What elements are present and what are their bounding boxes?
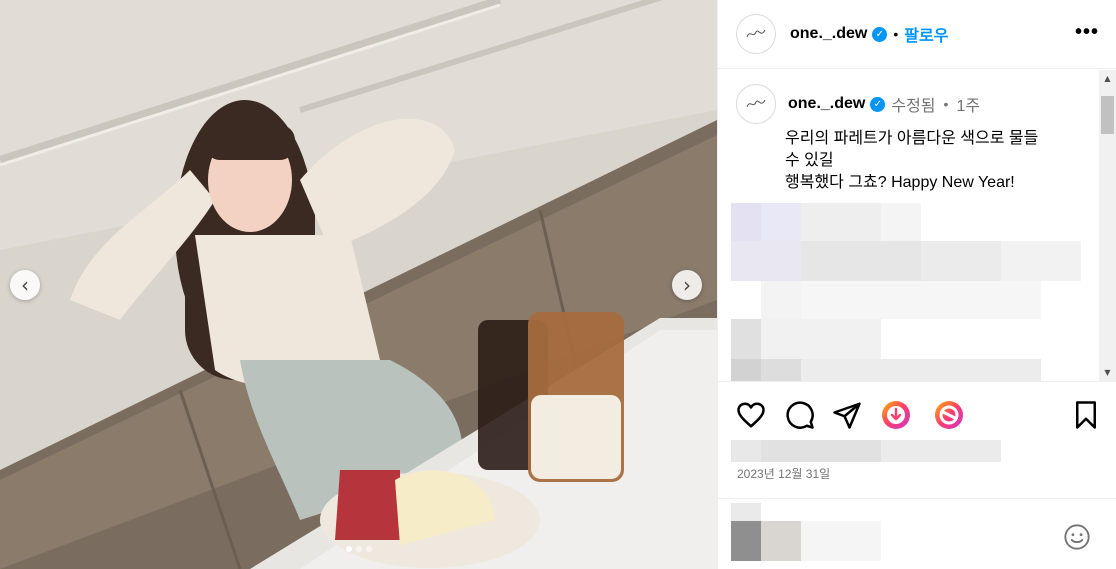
chevron-left-icon: ‹ [21, 273, 29, 297]
avatar[interactable] [736, 84, 776, 124]
carousel-next-button[interactable]: › [672, 270, 702, 300]
avatar[interactable] [736, 14, 776, 54]
verified-badge-icon: ✓ [872, 26, 888, 42]
separator: • [943, 96, 949, 112]
username-link[interactable]: one._.dew [790, 25, 867, 43]
edited-label: 수정됨 [891, 98, 936, 115]
share-icon[interactable] [832, 400, 862, 430]
caption-line: 행복했다 그쵸? Happy New Year! [785, 174, 1015, 191]
separator: • [893, 26, 899, 42]
caption-line: 우리의 파레트가 아름다운 색으로 물들 [785, 130, 1039, 147]
scroll-up-arrow-icon[interactable]: ▲ [1099, 70, 1116, 87]
carousel-dot [366, 546, 372, 552]
post-photo: ‹ › [0, 0, 717, 569]
comment-icon[interactable] [785, 400, 815, 430]
carousel-indicator [346, 546, 372, 552]
verified-badge-icon: ✓ [870, 96, 886, 112]
post-details-panel: one._.dew ✓ • 팔로우 ••• one._.dew ✓ 수정됨 • … [717, 0, 1116, 569]
carousel-prev-button[interactable]: ‹ [10, 270, 40, 300]
post-date[interactable]: 2023년 12월 31일 [737, 465, 830, 482]
logo-icon [746, 29, 766, 38]
carousel-dot [346, 546, 352, 552]
logo-icon [746, 99, 766, 108]
gift-icon[interactable] [881, 400, 911, 430]
carousel-dot [356, 546, 362, 552]
chevron-right-icon: › [683, 273, 691, 297]
caption-text: 우리의 파레트가 아름다운 색으로 물들 수 있길 행복했다 그쵸? Happy… [785, 128, 1085, 194]
post-header: one._.dew ✓ • 팔로우 ••• [718, 0, 1116, 69]
photo-illustration [0, 0, 717, 569]
emoji-icon[interactable] [1063, 523, 1091, 551]
post-age[interactable]: 1주 [956, 92, 980, 116]
scroll-down-arrow-icon[interactable]: ▼ [1099, 364, 1116, 381]
caption-line: 수 있길 [785, 152, 834, 169]
scrollbar-thumb[interactable] [1101, 96, 1114, 134]
follow-button[interactable]: 팔로우 [904, 22, 948, 46]
bookmark-icon[interactable] [1071, 400, 1101, 430]
comment-input-bar[interactable] [718, 498, 1116, 569]
post-viewer: ‹ › one._.dew ✓ • 팔로우 ••• one._.dew ✓ 수정… [0, 0, 1116, 569]
remix-icon[interactable] [934, 400, 964, 430]
comments-scrollbar[interactable]: ▲ ▼ [1099, 70, 1116, 381]
more-options-icon[interactable]: ••• [1075, 22, 1099, 42]
caption-header: one._.dew ✓ 수정됨 • 1주 [736, 84, 980, 124]
comments-area: one._.dew ✓ 수정됨 • 1주 우리의 파레트가 아름다운 색으로 물… [718, 70, 1116, 381]
caption-username[interactable]: one._.dew [788, 95, 865, 113]
heart-icon[interactable] [736, 400, 766, 430]
